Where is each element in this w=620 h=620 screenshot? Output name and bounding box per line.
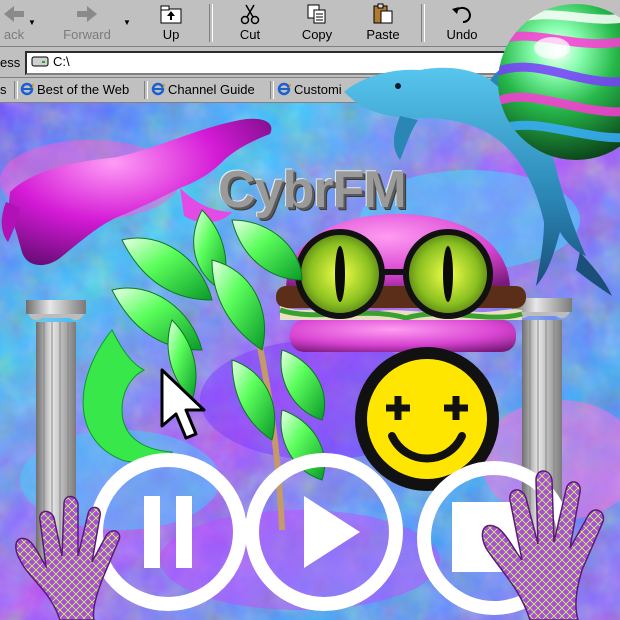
forward-dropdown[interactable]: ▼ bbox=[121, 0, 133, 46]
play-button[interactable] bbox=[244, 452, 404, 612]
links-edge-fragment: s bbox=[0, 82, 7, 97]
links-separator bbox=[144, 81, 148, 99]
link-customize[interactable]: Customi bbox=[277, 82, 342, 97]
scissors-icon bbox=[240, 4, 260, 25]
undo-button[interactable]: Undo bbox=[430, 0, 494, 46]
link-label: Customi bbox=[294, 82, 342, 97]
forward-arrow-icon bbox=[77, 6, 97, 22]
undo-icon bbox=[452, 6, 472, 23]
paste-label: Paste bbox=[366, 27, 400, 42]
marble-sphere-illustration bbox=[498, 4, 620, 160]
forward-button[interactable]: Forward bbox=[52, 0, 122, 46]
collage-stage: ack ▼ Forward ▼ Up Cut Copy Paste Undo e… bbox=[0, 0, 620, 620]
back-dropdown[interactable]: ▼ bbox=[26, 0, 38, 46]
back-label: ack bbox=[3, 27, 25, 42]
link-label: Best of the Web bbox=[37, 82, 130, 97]
link-best-of-web[interactable]: Best of the Web bbox=[20, 82, 129, 97]
ie-icon bbox=[277, 82, 291, 96]
ie-icon bbox=[20, 82, 34, 96]
copy-button[interactable]: Copy bbox=[286, 0, 348, 46]
up-label: Up bbox=[162, 27, 180, 42]
links-separator bbox=[14, 81, 18, 99]
ie-icon bbox=[151, 82, 165, 96]
back-button[interactable]: ack bbox=[0, 0, 28, 46]
back-arrow-icon bbox=[4, 6, 24, 22]
play-icon bbox=[245, 453, 403, 611]
left-wireframe-hand-illustration bbox=[15, 495, 121, 620]
copy-label: Copy bbox=[301, 27, 333, 42]
address-value: C:\ bbox=[53, 54, 70, 69]
paste-icon bbox=[373, 3, 393, 24]
links-separator bbox=[270, 81, 274, 99]
link-label: Channel Guide bbox=[168, 82, 255, 97]
undo-label: Undo bbox=[446, 27, 478, 42]
paste-button[interactable]: Paste bbox=[352, 0, 414, 46]
dropdown-arrow-icon: ▼ bbox=[123, 18, 131, 27]
toolbar-separator bbox=[421, 4, 425, 42]
cut-label: Cut bbox=[239, 27, 261, 42]
drive-icon bbox=[31, 56, 49, 67]
cut-button[interactable]: Cut bbox=[220, 0, 280, 46]
toolbar-separator bbox=[209, 4, 213, 42]
link-channel-guide[interactable]: Channel Guide bbox=[151, 82, 255, 97]
dropdown-arrow-icon: ▼ bbox=[28, 18, 36, 27]
up-folder-icon bbox=[160, 5, 182, 24]
address-label: ess bbox=[0, 55, 21, 70]
cursor-arrow-icon bbox=[160, 368, 206, 440]
up-button[interactable]: Up bbox=[140, 0, 202, 46]
copy-icon bbox=[307, 4, 326, 24]
right-wireframe-hand-illustration bbox=[481, 470, 605, 620]
forward-label: Forward bbox=[63, 27, 111, 42]
